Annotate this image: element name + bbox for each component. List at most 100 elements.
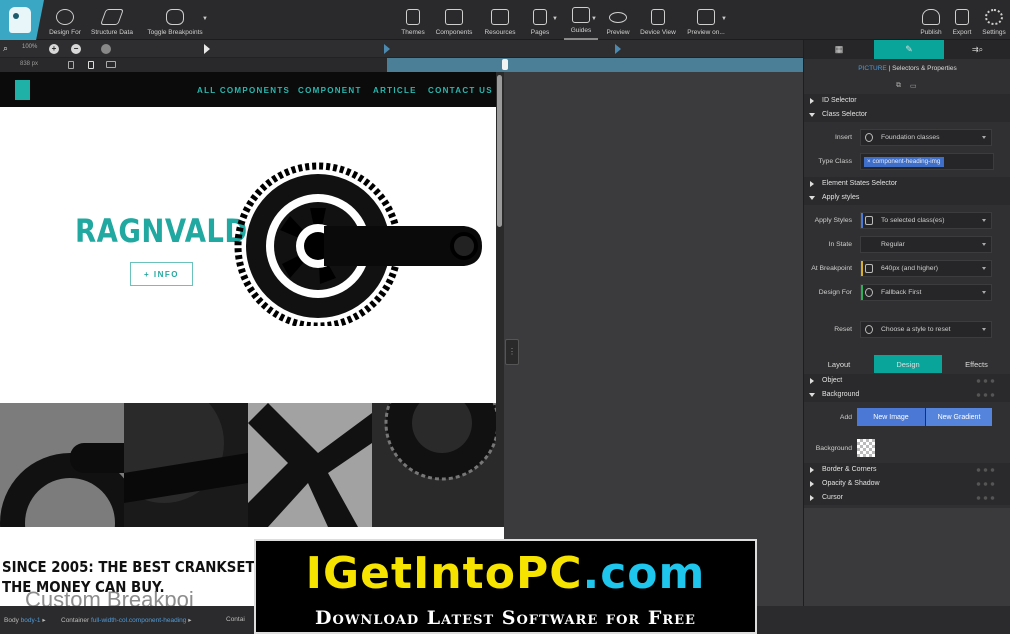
canvas-width-label: 838 px	[20, 61, 39, 67]
at-breakpoint-select[interactable]: 640px (and higher)	[860, 260, 992, 277]
info-button[interactable]: + INFO	[130, 262, 193, 286]
class-tag[interactable]: × component-heading-img	[864, 157, 945, 167]
tablet-icon[interactable]	[88, 61, 94, 69]
breakpoint-marker-icon[interactable]	[615, 44, 621, 54]
section-apply-styles[interactable]: Apply styles	[804, 191, 1010, 205]
section-cursor[interactable]: Cursor	[804, 491, 1010, 505]
section-border-corners[interactable]: Border & Corners	[804, 463, 1010, 477]
tab-selector-search[interactable]: ⇉⌕	[944, 40, 1010, 59]
paint-roller-icon	[865, 216, 873, 225]
site-logo[interactable]	[15, 80, 30, 100]
nav-link-all-components[interactable]: ALL COMPONENTS	[197, 86, 290, 95]
selector-search-icon: ⇉⌕	[971, 44, 984, 54]
publish-button[interactable]: Publish	[918, 0, 944, 40]
tab-structure[interactable]: ▦	[804, 40, 874, 59]
brush-icon: ✎	[905, 44, 913, 54]
phone-icon[interactable]	[68, 61, 74, 69]
section-class-selector[interactable]: Class Selector	[804, 108, 1010, 122]
export-button[interactable]: Export	[950, 0, 974, 40]
type-class-input[interactable]: × component-heading-img	[860, 153, 994, 170]
design-for-button[interactable]: Design For	[46, 0, 84, 40]
pages-icon	[533, 9, 547, 25]
chevron-down-icon[interactable]: ▼	[591, 16, 597, 22]
pages-button[interactable]: Pages	[526, 0, 554, 40]
device-view-icon	[651, 9, 665, 25]
background-swatch[interactable]	[857, 439, 875, 457]
properties-panel: ▦ ✎ ⇉⌕ PICTURE | Selectors & Properties …	[803, 40, 1010, 606]
desktop-icon[interactable]	[106, 61, 116, 68]
breakpoint-marker-icon[interactable]	[384, 44, 390, 54]
section-element-states[interactable]: Element States Selector	[804, 177, 1010, 191]
trash-icon[interactable]: ▭	[910, 82, 917, 90]
search-icon[interactable]: ⌕	[3, 43, 8, 54]
copy-icon[interactable]: ⧉	[896, 82, 901, 90]
breakpoint-range	[387, 58, 803, 72]
gallery-image[interactable]	[0, 403, 124, 527]
canvas-page[interactable]: ALL COMPONENTS COMPONENT ARTICLE CONTACT…	[0, 72, 496, 527]
nav-link-component[interactable]: COMPONENT	[298, 86, 362, 95]
design-for-select[interactable]: Fallback First	[860, 284, 992, 301]
new-image-button[interactable]: New Image	[857, 408, 925, 426]
chevron-down-icon	[982, 291, 986, 294]
canvas-scroll-thumb[interactable]	[497, 75, 502, 227]
apply-styles-label: Apply Styles	[814, 217, 852, 224]
crankset-image[interactable]	[232, 160, 487, 326]
gallery-image[interactable]	[248, 403, 372, 527]
breadcrumb-item-container-2[interactable]: Contai	[226, 616, 245, 623]
add-label: Add	[839, 414, 852, 421]
zoom-in-icon[interactable]: +	[49, 44, 59, 54]
eye-icon	[609, 12, 627, 23]
nav-link-contact-us[interactable]: CONTACT US	[428, 86, 493, 95]
resources-button[interactable]: Resources	[482, 0, 518, 40]
gallery-image[interactable]	[124, 403, 248, 527]
type-class-label: Type Class	[818, 158, 852, 165]
breadcrumb-item-container[interactable]: Container full-width-col.component-headi…	[61, 616, 191, 624]
chevron-down-icon[interactable]: ▼	[721, 16, 727, 22]
tab-style[interactable]: ✎	[874, 40, 944, 59]
background-label: Background	[815, 445, 852, 452]
tab-layout[interactable]: Layout	[804, 355, 874, 373]
zoom-level: 100%	[22, 44, 38, 50]
breakpoint-marker-icon[interactable]	[204, 44, 210, 54]
section-opacity-shadow[interactable]: Opacity & Shadow	[804, 477, 1010, 491]
chevron-down-icon[interactable]: ▼	[552, 16, 558, 22]
globe-icon	[56, 9, 74, 25]
globe-icon	[865, 288, 873, 297]
chevron-down-icon	[982, 243, 986, 246]
gallery-image[interactable]	[372, 403, 496, 527]
reset-select[interactable]: Choose a style to reset	[860, 321, 992, 338]
chevron-down-icon	[982, 267, 986, 270]
themes-button[interactable]: Themes	[398, 0, 428, 40]
toggle-breakpoints-button[interactable]: Toggle Breakpoints	[144, 0, 206, 40]
tab-effects[interactable]: Effects	[942, 355, 1010, 373]
breakpoint-ruler[interactable]: 838 px	[0, 58, 803, 72]
nav-link-article[interactable]: ARTICLE	[373, 86, 417, 95]
canvas-splitter-handle[interactable]: ⋮	[505, 339, 519, 365]
tab-design[interactable]: Design	[874, 355, 942, 373]
settings-button[interactable]: Settings	[980, 0, 1008, 40]
section-background[interactable]: Background	[804, 388, 1010, 402]
structure-data-button[interactable]: Structure Data	[88, 0, 136, 40]
components-button[interactable]: Components	[434, 0, 474, 40]
breakpoints-icon	[166, 9, 184, 25]
zoom-reset-icon[interactable]	[101, 44, 111, 54]
in-state-select[interactable]: Regular	[860, 236, 992, 253]
breadcrumb-item-body[interactable]: Body body-1 ▸	[4, 616, 46, 624]
paint-roller-icon	[406, 9, 420, 25]
insert-label: Insert	[835, 134, 852, 141]
new-gradient-button[interactable]: New Gradient	[926, 408, 992, 426]
image-gallery	[0, 403, 496, 527]
section-object[interactable]: Object	[804, 374, 1010, 388]
panel-subtitle: PICTURE | Selectors & Properties	[858, 65, 957, 72]
device-view-button[interactable]: Device View	[638, 0, 678, 40]
panel-empty-area	[804, 508, 1010, 606]
insert-select[interactable]: Foundation classes	[860, 129, 992, 146]
resize-handle[interactable]	[502, 59, 508, 70]
monitor-icon	[697, 9, 715, 25]
zoom-out-icon[interactable]: −	[71, 44, 81, 54]
section-id-selector[interactable]: ID Selector	[804, 94, 1010, 108]
preview-button[interactable]: Preview	[604, 0, 632, 40]
apply-styles-select[interactable]: To selected class(es)	[860, 212, 992, 229]
app-logo[interactable]	[0, 0, 44, 40]
chevron-down-icon[interactable]: ▼	[202, 16, 208, 22]
